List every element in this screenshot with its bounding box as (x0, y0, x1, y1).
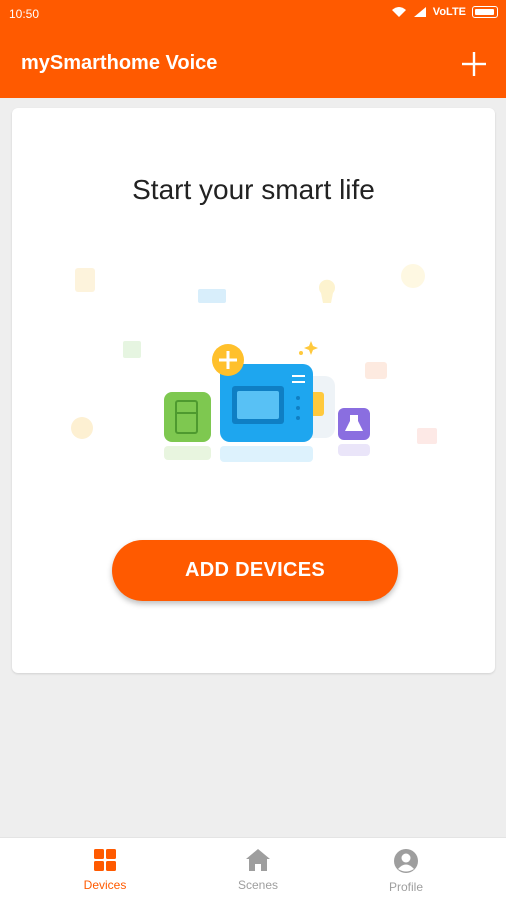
smart-devices-illustration (71, 264, 437, 462)
status-icons: VoLTE (391, 6, 498, 18)
status-bar: 10:50 VoLTE (0, 0, 506, 28)
status-time: 10:50 (9, 7, 40, 21)
network-label: VoLTE (432, 6, 466, 18)
app-bar: mySmarthome Voice (0, 28, 506, 98)
profile-icon (394, 849, 418, 873)
nav-item-profile[interactable]: Profile (351, 848, 461, 894)
nav-label-devices: Devices (83, 878, 127, 892)
wifi-icon (391, 7, 406, 17)
signal-icon (413, 7, 426, 17)
empty-state-card: Start your smart life ADD DEVICES (12, 108, 495, 673)
bottom-nav: Devices Scenes Profile (0, 837, 506, 900)
home-icon (246, 849, 270, 871)
nav-item-scenes[interactable]: Scenes (203, 848, 313, 892)
app-title: mySmarthome Voice (21, 52, 218, 74)
add-devices-button[interactable]: ADD DEVICES (112, 540, 398, 601)
nav-label-profile: Profile (388, 880, 423, 894)
nav-item-devices[interactable]: Devices (50, 848, 160, 892)
add-icon[interactable] (460, 50, 488, 78)
nav-label-scenes: Scenes (237, 878, 279, 892)
empty-state-headline: Start your smart life (132, 174, 375, 205)
battery-icon (472, 6, 498, 18)
devices-grid-icon (94, 849, 116, 871)
